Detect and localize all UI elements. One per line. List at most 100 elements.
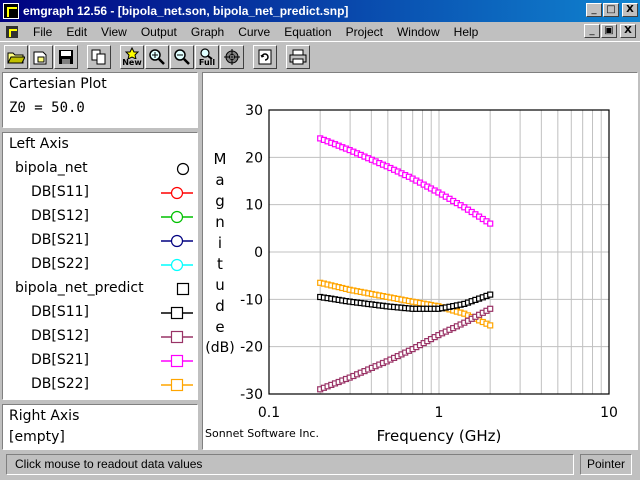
y-tick-label: -20 bbox=[240, 340, 263, 356]
legend-curve-label: DB[S22] bbox=[31, 376, 90, 392]
window-controls: _ □ X bbox=[585, 3, 638, 17]
legend-curve-dbs22[interactable]: DB[S22] bbox=[3, 253, 199, 277]
legend-curve-label: DB[S22] bbox=[31, 256, 90, 272]
menu-edit[interactable]: Edit bbox=[59, 25, 94, 39]
legend-group-bipola-net-predict[interactable]: bipola_net_predict bbox=[3, 277, 199, 301]
plot-info-box: Cartesian Plot Z0 = 50.0 bbox=[2, 72, 198, 128]
legend-curve-label: DB[S21] bbox=[31, 352, 90, 368]
maximize-button[interactable]: □ bbox=[603, 3, 619, 17]
copy-button[interactable] bbox=[87, 44, 111, 69]
status-message: Click mouse to readout data values bbox=[6, 454, 574, 475]
plot-type-label: Cartesian Plot bbox=[9, 76, 107, 92]
minimize-button[interactable]: _ bbox=[586, 3, 602, 17]
menu-window[interactable]: Window bbox=[390, 25, 447, 39]
legend-line-sample-icon bbox=[161, 258, 193, 272]
legend-curve-label: DB[S11] bbox=[31, 304, 90, 320]
menu-output[interactable]: Output bbox=[134, 25, 184, 39]
app-icon[interactable] bbox=[3, 3, 19, 19]
legend-curve-dbs21[interactable]: DB[S21] bbox=[3, 229, 199, 253]
open-folder-icon bbox=[7, 52, 25, 63]
y-tick-label: 30 bbox=[245, 103, 263, 119]
y-axis-label-letter: g bbox=[215, 192, 225, 210]
menu-graph[interactable]: Graph bbox=[184, 25, 231, 39]
legend-group-name: bipola_net_predict bbox=[15, 280, 144, 296]
refresh-button[interactable] bbox=[253, 44, 277, 69]
right-axis-box: Right Axis [empty] bbox=[2, 404, 198, 450]
menu-help[interactable]: Help bbox=[447, 25, 486, 39]
mdi-restore-button[interactable]: ▣ bbox=[601, 24, 617, 38]
y-axis-label-letter: M bbox=[214, 150, 227, 168]
legend-curve-label: DB[S12] bbox=[31, 208, 90, 224]
y-axis-label-letter: a bbox=[215, 171, 224, 189]
menu-file[interactable]: File bbox=[26, 25, 59, 39]
y-axis-label-letter: n bbox=[215, 213, 225, 231]
open-project-button[interactable] bbox=[29, 44, 53, 69]
legend-curve-dbs11[interactable]: DB[S11] bbox=[3, 181, 199, 205]
menu-view[interactable]: View bbox=[94, 25, 134, 39]
cartesian-plot[interactable]: 30 20 10 0 -10 -20 -30 0.1 1 10 Magnitude (dB) Frequ… bbox=[203, 73, 637, 449]
plot-window[interactable]: 30 20 10 0 -10 -20 -30 0.1 1 10 Ma g n i t u d e (dB) Frequ… bbox=[202, 72, 638, 450]
save-button[interactable] bbox=[54, 44, 78, 69]
legend-curve-dbs11[interactable]: DB[S11] bbox=[3, 301, 199, 325]
legend-line-sample-icon bbox=[161, 186, 193, 200]
menu-items: File Edit View Output Graph Curve Equation Proj… bbox=[26, 25, 485, 39]
floppy-disk-icon bbox=[59, 49, 73, 64]
right-axis-value: [empty] bbox=[9, 429, 65, 445]
mdi-minimize-button[interactable]: _ bbox=[584, 24, 600, 38]
legend-line-sample-icon bbox=[161, 330, 193, 344]
y-tick-label: 10 bbox=[245, 198, 263, 214]
zoom-out-button[interactable] bbox=[170, 44, 194, 69]
zoom-full-button[interactable]: Full bbox=[195, 44, 219, 69]
legend-group-bipola-net[interactable]: bipola_net bbox=[3, 157, 199, 181]
new-button[interactable]: New bbox=[120, 44, 144, 69]
plot-footer: Sonnet Software Inc. bbox=[205, 427, 319, 440]
window-title: emgraph 12.56 - [bipola_net.son, bipola_… bbox=[23, 4, 349, 18]
circle-marker-icon bbox=[176, 162, 190, 176]
full-label: Full bbox=[198, 57, 216, 67]
printer-icon bbox=[289, 49, 307, 64]
y-axis-label-letter: i bbox=[218, 234, 222, 252]
open-button[interactable] bbox=[4, 44, 28, 69]
right-axis-label: Right Axis bbox=[9, 408, 80, 424]
copy-icon bbox=[91, 49, 106, 64]
legend-curve-dbs12[interactable]: DB[S12] bbox=[3, 205, 199, 229]
legend-group-name: bipola_net bbox=[15, 160, 88, 176]
menu-curve[interactable]: Curve bbox=[231, 25, 277, 39]
x-tick-label: 10 bbox=[600, 405, 618, 421]
menu-project[interactable]: Project bbox=[339, 25, 390, 39]
y-axis-unit-label: (dB) bbox=[205, 340, 234, 356]
zoom-out-icon bbox=[174, 48, 190, 65]
x-tick-label: 0.1 bbox=[258, 405, 280, 421]
legend-curve-label: DB[S12] bbox=[31, 328, 90, 344]
series-point bbox=[487, 322, 494, 329]
left-panel: Cartesian Plot Z0 = 50.0 Left Axis bipol… bbox=[2, 72, 198, 450]
legend-curve-dbs22[interactable]: DB[S22] bbox=[3, 373, 199, 397]
legend-line-sample-icon bbox=[161, 354, 193, 368]
menu-equation[interactable]: Equation bbox=[277, 25, 338, 39]
autoscale-button[interactable] bbox=[220, 44, 244, 69]
print-button[interactable] bbox=[286, 44, 310, 69]
z0-label: Z0 = 50.0 bbox=[9, 100, 85, 116]
y-axis-label-letter: d bbox=[215, 297, 225, 315]
left-axis-legend: Left Axis bipola_net DB[S11] DB[S12] DB[S21… bbox=[2, 132, 198, 400]
legend-curve-dbs21[interactable]: DB[S21] bbox=[3, 349, 199, 373]
legend-curve-dbs12[interactable]: DB[S12] bbox=[3, 325, 199, 349]
legend-line-sample-icon bbox=[161, 234, 193, 248]
legend-line-sample-icon bbox=[161, 378, 193, 392]
status-bar: Click mouse to readout data values Point… bbox=[0, 452, 640, 478]
document-icon[interactable] bbox=[4, 24, 20, 40]
legend-line-sample-icon bbox=[161, 210, 193, 224]
mdi-controls: _ ▣ X bbox=[583, 24, 636, 38]
gear-zoom-icon bbox=[224, 48, 240, 65]
close-button[interactable]: X bbox=[622, 3, 638, 17]
new-label: New bbox=[122, 57, 142, 67]
zoom-in-button[interactable] bbox=[145, 44, 169, 69]
legend-curve-label: DB[S11] bbox=[31, 184, 90, 200]
zoom-in-icon bbox=[149, 48, 165, 65]
y-tick-label: 0 bbox=[254, 245, 263, 261]
y-tick-label: 20 bbox=[245, 150, 263, 166]
legend-curve-label: DB[S21] bbox=[31, 232, 90, 248]
mdi-close-button[interactable]: X bbox=[620, 24, 636, 38]
x-tick-label: 1 bbox=[435, 405, 444, 421]
legend-line-sample-icon bbox=[161, 306, 193, 320]
